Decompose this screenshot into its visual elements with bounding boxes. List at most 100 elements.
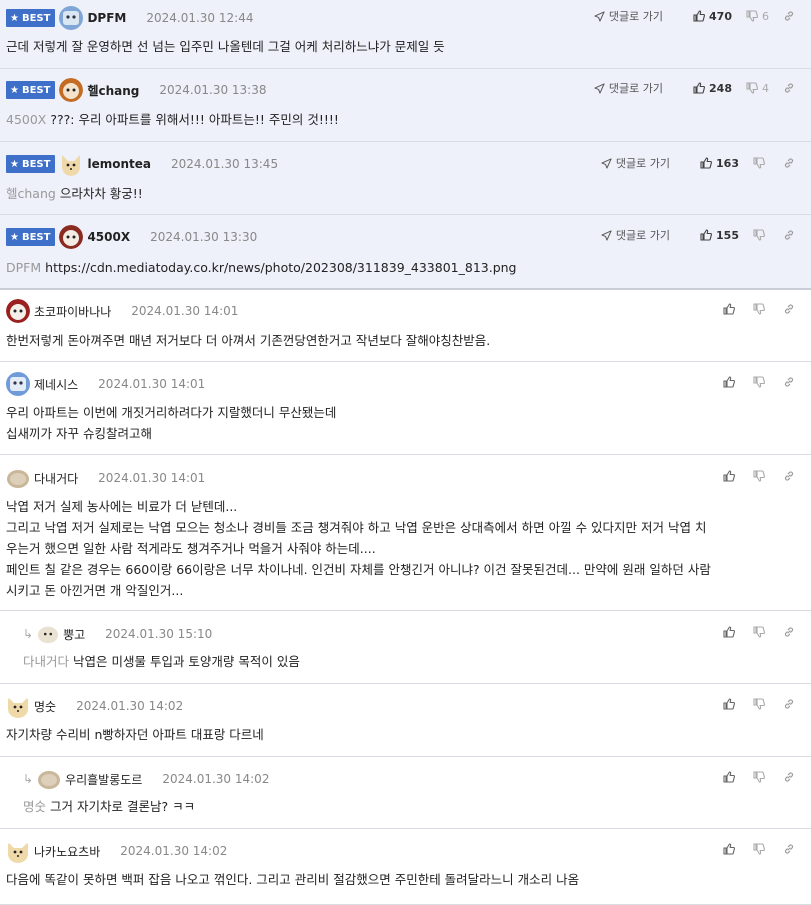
- link-icon: [783, 10, 795, 22]
- reply-comment: ↳ 뿡고 2024.01.30 15:10 다내거다 낙엽은 미생물 투입과 토양…: [0, 611, 811, 684]
- goto-comment-link[interactable]: 댓글로 가기: [594, 80, 663, 96]
- thumb-up-icon: [700, 229, 712, 241]
- thumb-up-icon: [723, 626, 735, 638]
- share-link-button[interactable]: [783, 626, 799, 638]
- thumb-up-icon: [693, 82, 705, 94]
- best-badge: ★ BEST: [6, 155, 56, 173]
- downvote-button[interactable]: 4: [746, 82, 769, 95]
- avatar[interactable]: [37, 767, 61, 791]
- share-link-button[interactable]: [783, 843, 799, 855]
- upvote-button[interactable]: 248: [693, 82, 732, 95]
- thumb-up-icon: [693, 10, 705, 22]
- upvote-button[interactable]: 470: [693, 10, 732, 23]
- upvote-button[interactable]: [723, 303, 739, 315]
- comment-actions: [709, 467, 799, 485]
- thumb-down-icon: [753, 626, 765, 638]
- upvote-button[interactable]: [723, 626, 739, 638]
- share-link-button[interactable]: [783, 698, 799, 710]
- reply-arrow-icon: ↳: [23, 627, 34, 641]
- reply-target[interactable]: DPFM: [6, 260, 41, 275]
- comment-text: DPFM https://cdn.mediatoday.co.kr/news/ph…: [6, 260, 517, 275]
- upvote-button[interactable]: 155: [700, 229, 739, 242]
- share-link-button[interactable]: [783, 376, 799, 388]
- goto-comment-link[interactable]: 댓글로 가기: [601, 155, 670, 171]
- comment-nickname[interactable]: 나카노요츠바: [34, 843, 100, 860]
- downvote-button[interactable]: [753, 229, 769, 241]
- upvote-button[interactable]: [723, 698, 739, 710]
- comment-header: ★ BEST 헬chang 2024.01.30 13:38: [6, 78, 267, 102]
- thumb-up-icon: [723, 771, 735, 783]
- reply-arrow-icon: ↳: [23, 772, 34, 786]
- comment-text: 4500X???: 우리 아파트를 위해서!!! 아파트는!! 주민의 것!!!…: [6, 112, 339, 127]
- avatar[interactable]: [59, 78, 84, 102]
- avatar[interactable]: [6, 839, 30, 863]
- downvote-button[interactable]: 6: [746, 10, 769, 23]
- share-link-button[interactable]: [783, 303, 799, 315]
- downvote-button[interactable]: [753, 157, 769, 169]
- comment-nickname[interactable]: 명숫: [34, 698, 56, 715]
- comment-date: 2024.01.30 13:38: [159, 83, 267, 97]
- comment-text: 한번저렇게 돈아껴주면 매년 저거보다 더 아껴서 기존껀당연한거고 작년보다 …: [6, 333, 491, 348]
- avatar[interactable]: [6, 694, 30, 718]
- avatar[interactable]: [6, 466, 30, 490]
- upvote-count: 163: [716, 156, 739, 170]
- goto-comment-link[interactable]: 댓글로 가기: [594, 8, 663, 24]
- comment-nickname[interactable]: lemontea: [87, 157, 151, 171]
- comment-nickname[interactable]: 제네시스: [34, 376, 78, 393]
- downvote-button[interactable]: [753, 303, 769, 315]
- avatar[interactable]: [59, 152, 83, 176]
- comment-nickname[interactable]: 헬chang: [87, 82, 139, 99]
- downvote-button[interactable]: [753, 843, 769, 855]
- upvote-button[interactable]: [723, 470, 739, 482]
- share-link-button[interactable]: [783, 771, 799, 783]
- comment-nickname[interactable]: 뿡고: [63, 626, 85, 643]
- link-icon: [783, 470, 795, 482]
- share-link-button[interactable]: [783, 470, 799, 482]
- downvote-button[interactable]: [753, 626, 769, 638]
- reply-target[interactable]: 명숫: [23, 799, 46, 814]
- comment-text: 다음에 똑같이 못하면 백퍼 잡음 나오고 꺾인다. 그리고 관리비 절감했으면…: [6, 872, 580, 887]
- avatar[interactable]: [6, 299, 30, 323]
- upvote-button[interactable]: [723, 843, 739, 855]
- downvote-button[interactable]: [753, 698, 769, 710]
- downvote-button[interactable]: [753, 771, 769, 783]
- best-comment: ★ BEST DPFM 2024.01.30 12:44 댓글로 가기 470 6…: [0, 0, 811, 69]
- comment-text: 헬chang 으라차차 황궁!!: [6, 186, 143, 201]
- comment-header: ★ BEST lemontea 2024.01.30 13:45: [6, 152, 278, 176]
- comment-nickname[interactable]: 4500X: [87, 230, 130, 244]
- share-link-button[interactable]: [783, 157, 799, 169]
- downvote-button[interactable]: [753, 470, 769, 482]
- thumb-up-icon: [700, 157, 712, 169]
- share-link-button[interactable]: [783, 10, 799, 22]
- upvote-button[interactable]: 163: [700, 157, 739, 170]
- avatar[interactable]: [37, 623, 59, 645]
- comment-actions: 댓글로 가기 248 4: [594, 79, 799, 97]
- upvote-button[interactable]: [723, 771, 739, 783]
- avatar[interactable]: [59, 6, 84, 30]
- downvote-button[interactable]: [753, 376, 769, 388]
- upvote-button[interactable]: [723, 376, 739, 388]
- star-icon: ★: [10, 84, 19, 96]
- link-icon: [783, 82, 795, 94]
- best-badge: ★ BEST: [6, 9, 56, 27]
- link-icon: [783, 771, 795, 783]
- link-icon: [783, 698, 795, 710]
- avatar[interactable]: [6, 372, 30, 396]
- reply-target[interactable]: 4500X: [6, 112, 46, 127]
- thumb-up-icon: [723, 470, 735, 482]
- best-badge: ★ BEST: [6, 81, 56, 99]
- comment-text: 우리 아파트는 이번에 개짓거리하려다가 지랄했더니 무산됐는데 십새끼가 자꾸…: [6, 405, 337, 441]
- comment-nickname[interactable]: DPFM: [87, 11, 126, 25]
- goto-comment-link[interactable]: 댓글로 가기: [601, 227, 670, 243]
- avatar[interactable]: [59, 225, 84, 249]
- comment-nickname[interactable]: 초코파이바나나: [34, 303, 111, 320]
- link-icon: [783, 626, 795, 638]
- comment-nickname[interactable]: 우리흘발롱도르: [65, 771, 142, 788]
- comment-nickname[interactable]: 다내거다: [34, 470, 78, 487]
- star-icon: ★: [10, 158, 19, 170]
- reply-target[interactable]: 헬chang: [6, 186, 56, 201]
- share-link-button[interactable]: [783, 82, 799, 94]
- share-link-button[interactable]: [783, 229, 799, 241]
- thumb-down-icon: [746, 10, 758, 22]
- reply-target[interactable]: 다내거다: [23, 654, 69, 669]
